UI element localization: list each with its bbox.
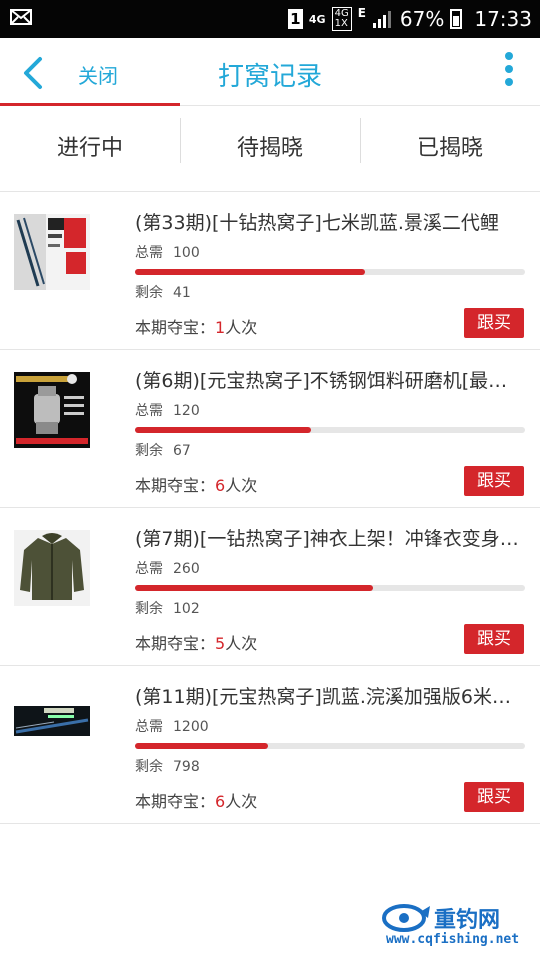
network-4g-1x-icon: 4G 1X — [331, 7, 352, 31]
progress-bar — [135, 743, 525, 749]
total-needed: 总需 1200 — [135, 719, 209, 735]
record-title[interactable]: (第33期)[十钻热窝子]七米凯蓝.景溪二代鲤 — [135, 208, 520, 235]
total-needed: 总需 260 — [135, 561, 200, 577]
remaining: 剩余 67 — [135, 443, 191, 459]
progress-bar — [135, 585, 525, 591]
product-thumbnail-fishing-rod — [14, 688, 90, 764]
watermark-logo-icon — [382, 904, 430, 932]
tab-revealed[interactable]: 已揭晓 — [360, 106, 540, 191]
total-needed: 总需 120 — [135, 403, 200, 419]
remaining: 剩余 41 — [135, 285, 191, 301]
watermark: 重钓网 www.cqfishing.net — [382, 902, 532, 954]
record-item[interactable]: (第7期)[一钻热窝子]神衣上架！冲锋衣变身战衣 总需 260 剩余 102 本期夺… — [0, 508, 540, 666]
battery-icon — [450, 9, 463, 29]
product-thumbnail-jacket — [14, 530, 90, 606]
title-bar: 关闭 打窝记录 — [0, 38, 540, 106]
follow-buy-button[interactable]: 跟买 — [464, 308, 524, 338]
data-type: E — [357, 6, 366, 20]
record-item[interactable]: (第33期)[十钻热窝子]七米凯蓝.景溪二代鲤 总需 100 剩余 41 本期夺宝：… — [0, 192, 540, 350]
signal-icon — [372, 11, 391, 28]
follow-buy-button[interactable]: 跟买 — [464, 782, 524, 812]
status-bar: 1 4G 4G 1X E 67% 17:33 — [0, 0, 540, 38]
progress-fill — [135, 585, 373, 591]
watermark-url: www.cqfishing.net — [386, 932, 520, 947]
record-item[interactable]: (第11期)[元宝热窝子]凯蓝.浣溪加强版6米鲤鱼竿 总需 1200 剩余 798 … — [0, 666, 540, 824]
bid-count: 本期夺宝：1人次 — [135, 318, 258, 337]
total-needed: 总需 100 — [135, 245, 200, 261]
tab-bar: 进行中 待揭晓 已揭晓 — [0, 106, 540, 192]
tab-in-progress[interactable]: 进行中 — [0, 106, 180, 191]
progress-fill — [135, 743, 268, 749]
product-thumbnail-bait-grinder — [14, 372, 90, 448]
progress-bar — [135, 269, 525, 275]
clock: 17:33 — [474, 7, 532, 31]
record-list: (第33期)[十钻热窝子]七米凯蓝.景溪二代鲤 总需 100 剩余 41 本期夺宝：… — [0, 192, 540, 824]
record-title[interactable]: (第6期)[元宝热窝子]不锈钢饵料研磨机[最新款] — [135, 366, 520, 393]
product-thumbnail-rod-package — [14, 214, 90, 290]
follow-buy-button[interactable]: 跟买 — [464, 624, 524, 654]
battery-percent: 67% — [399, 7, 445, 31]
progress-bar — [135, 427, 525, 433]
remaining: 剩余 798 — [135, 759, 200, 775]
bid-count: 本期夺宝：5人次 — [135, 634, 258, 653]
more-options-icon[interactable] — [504, 52, 514, 92]
record-title[interactable]: (第11期)[元宝热窝子]凯蓝.浣溪加强版6米鲤鱼竿 — [135, 682, 520, 709]
remaining: 剩余 102 — [135, 601, 200, 617]
progress-fill — [135, 269, 366, 275]
bid-count: 本期夺宝：6人次 — [135, 792, 258, 811]
progress-fill — [135, 427, 311, 433]
sim-slot-icon: 1 — [287, 9, 303, 29]
network-type: 4G — [308, 12, 326, 26]
record-item[interactable]: (第6期)[元宝热窝子]不锈钢饵料研磨机[最新款] 总需 120 剩余 67 本期夺… — [0, 350, 540, 508]
record-title[interactable]: (第7期)[一钻热窝子]神衣上架！冲锋衣变身战衣 — [135, 524, 520, 551]
watermark-brand: 重钓网 — [434, 908, 501, 933]
follow-buy-button[interactable]: 跟买 — [464, 466, 524, 496]
page-title: 打窝记录 — [217, 62, 322, 92]
tab-pending[interactable]: 待揭晓 — [180, 106, 360, 191]
bid-count: 本期夺宝：6人次 — [135, 476, 258, 495]
mail-icon — [10, 9, 32, 25]
